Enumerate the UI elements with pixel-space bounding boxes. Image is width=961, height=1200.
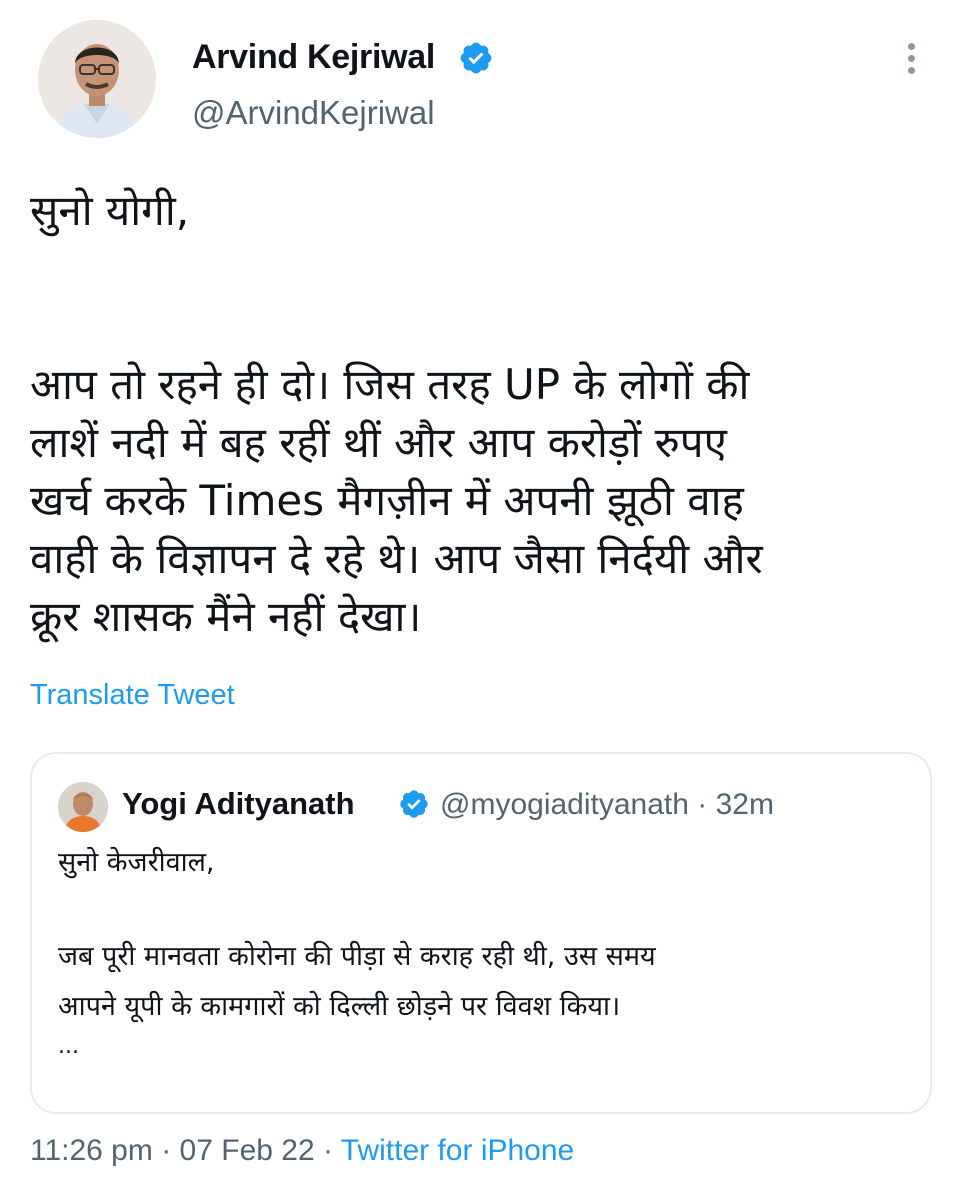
tweet-footer: 11:26 pm · 07 Feb 22 · Twitter for iPhon…	[30, 1134, 574, 1168]
verified-badge-icon	[460, 42, 492, 74]
quoted-line: जब पूरी मानवता कोरोना की पीड़ा से कराह र…	[58, 941, 656, 972]
more-vertical-icon[interactable]	[896, 38, 926, 82]
tweet-line: खर्च करके Times मैगज़ीन में अपनी झूठी वा…	[30, 476, 744, 525]
tweet-text: सुनो योगी, आप तो रहने ही दो। जिस तरह UP …	[30, 182, 935, 646]
quoted-author-avatar[interactable]	[58, 782, 108, 832]
tweet-line: आप तो रहने ही दो। जिस तरह UP के लोगों की	[30, 360, 750, 409]
quoted-tweet-card[interactable]: Yogi Adityanath @myogiadityanath · 32m स…	[30, 752, 932, 1114]
tweet-line: लाशें नदी में बह रहीं थीं और आप करोड़ों …	[30, 418, 727, 467]
quoted-ellipsis: ...	[58, 1034, 79, 1059]
quoted-line: आपने यूपी के कामगारों को दिल्ली छोड़ने प…	[58, 991, 621, 1022]
author-handle[interactable]: @ArvindKejriwal	[192, 94, 435, 132]
verified-badge-icon	[400, 790, 428, 818]
translate-tweet-link[interactable]: Translate Tweet	[30, 679, 235, 712]
tweet-line: वाही के विज्ञापन दे रहे थे। आप जैसा निर्…	[30, 534, 763, 583]
tweet-line: सुनो योगी,	[30, 186, 190, 235]
tweet-time[interactable]: 11:26 pm	[30, 1134, 153, 1167]
tweet-line: क्रूर शासक मैंने नहीं देखा।	[30, 592, 422, 641]
quoted-author-name[interactable]: Yogi Adityanath	[122, 786, 355, 822]
separator: ·	[323, 1134, 333, 1167]
author-avatar[interactable]	[38, 20, 156, 138]
author-display-name[interactable]: Arvind Kejriwal	[192, 38, 435, 77]
tweet-source-link[interactable]: Twitter for iPhone	[341, 1134, 574, 1167]
quoted-handle-time: @myogiadityanath · 32m	[440, 788, 774, 821]
tweet-date[interactable]: 07 Feb 22	[180, 1134, 315, 1167]
quoted-tweet-text: सुनो केजरीवाल, जब पूरी मानवता कोरोना की …	[58, 838, 918, 1062]
separator: ·	[161, 1134, 172, 1167]
quoted-line: सुनो केजरीवाल,	[58, 847, 215, 878]
tweet-detail: Arvind Kejriwal @ArvindKejriwal सुनो योग…	[0, 0, 961, 1200]
